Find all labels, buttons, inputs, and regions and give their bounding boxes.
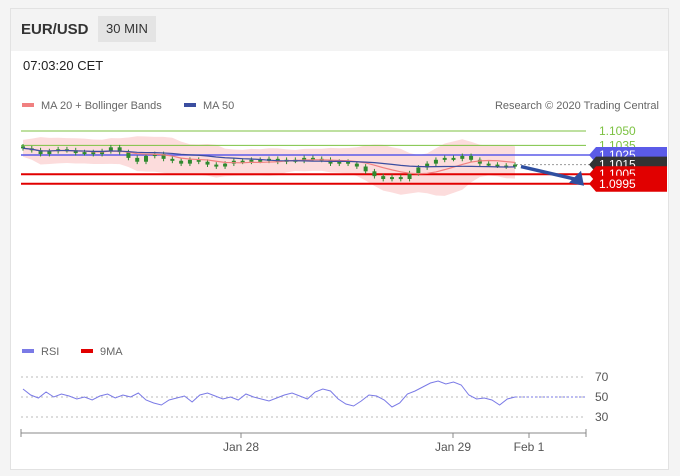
level-label-1.0995: 1.0995 xyxy=(599,177,636,191)
ma9-legend-label: 9MA xyxy=(100,346,123,358)
chart-card: EUR/USD 30 MIN 07:03:20 CET MA 20 + Boll… xyxy=(10,8,669,470)
ma20-legend-swatch xyxy=(22,103,34,107)
level-label-1.1050: 1.1050 xyxy=(599,124,636,138)
candle-body xyxy=(513,164,517,167)
price-chart: MA 20 + Bollinger Bands MA 50 Research ©… xyxy=(20,100,667,454)
candle-body xyxy=(416,167,421,174)
candle-body xyxy=(214,164,219,167)
candle-body xyxy=(469,155,474,160)
level-labels: 1.10501.10351.10251.10151.10051.0995 xyxy=(589,124,667,192)
candle-body xyxy=(486,163,491,166)
rsi-legend-label: RSI xyxy=(41,346,59,358)
candle-body xyxy=(407,173,412,179)
ma20-legend-label: MA 20 + Bollinger Bands xyxy=(41,100,162,112)
candle-body xyxy=(337,161,342,164)
rsi-tick-50: 50 xyxy=(595,390,609,404)
candle-body xyxy=(47,151,52,155)
rsi-tick-70: 70 xyxy=(595,370,609,384)
x-tick-label-1: Jan 29 xyxy=(435,440,471,454)
candle-body xyxy=(460,155,465,159)
candle-body xyxy=(249,159,254,162)
candle-body xyxy=(354,163,359,167)
x-axis: Jan 28 Jan 29 Feb 1 xyxy=(20,429,587,454)
rsi-panel: 70 50 30 xyxy=(21,370,609,424)
credit-label: Research © 2020 Trading Central xyxy=(495,100,659,112)
x-tick-label-2: Feb 1 xyxy=(514,440,545,454)
ma50-legend-swatch xyxy=(184,103,196,107)
candle-body xyxy=(170,158,175,161)
candle-body xyxy=(91,152,96,155)
candle-body xyxy=(381,176,386,179)
candle-body xyxy=(187,159,192,164)
ma50-legend-label: MA 50 xyxy=(203,100,234,112)
candle-body xyxy=(398,177,403,180)
candle-body xyxy=(372,171,377,177)
ma9-legend-swatch xyxy=(81,349,93,353)
candle-body xyxy=(82,152,87,155)
candle-body xyxy=(390,177,394,180)
candle-body xyxy=(442,157,447,160)
candle-body xyxy=(451,157,456,160)
candle-body xyxy=(179,160,184,164)
candle-body xyxy=(144,155,148,162)
x-tick-label-0: Jan 28 xyxy=(223,440,259,454)
candle-body xyxy=(223,163,228,167)
rsi-line xyxy=(22,380,516,408)
candle-body xyxy=(205,161,210,165)
rsi-legend-swatch xyxy=(22,349,34,353)
rsi-tick-30: 30 xyxy=(595,410,609,424)
candle-body xyxy=(135,157,140,162)
candle-body xyxy=(363,166,368,172)
candle-body xyxy=(433,159,438,164)
